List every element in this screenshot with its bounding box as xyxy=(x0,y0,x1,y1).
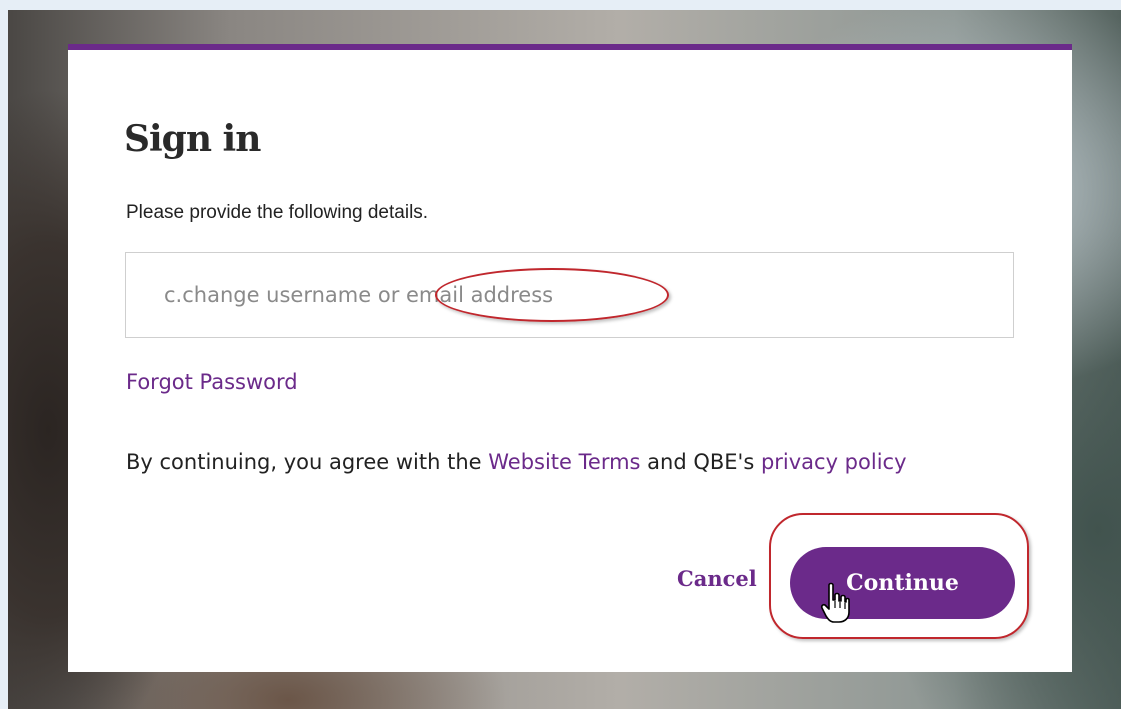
sign-in-dialog: Sign in Please provide the following det… xyxy=(68,44,1072,672)
dialog-title: Sign in xyxy=(124,118,261,160)
forgot-password-link[interactable]: Forgot Password xyxy=(126,370,298,394)
consent-text: By continuing, you agree with the Websit… xyxy=(126,442,1006,482)
username-email-input[interactable] xyxy=(125,252,1014,338)
continue-button[interactable]: Continue xyxy=(790,547,1015,619)
consent-prefix: By continuing, you agree with the xyxy=(126,450,489,474)
cancel-button[interactable]: Cancel xyxy=(677,566,757,591)
website-terms-link[interactable]: Website Terms xyxy=(488,450,640,474)
privacy-policy-link[interactable]: privacy policy xyxy=(761,450,907,474)
consent-middle: and QBE's xyxy=(640,450,761,474)
instructions-text: Please provide the following details. xyxy=(126,202,429,223)
